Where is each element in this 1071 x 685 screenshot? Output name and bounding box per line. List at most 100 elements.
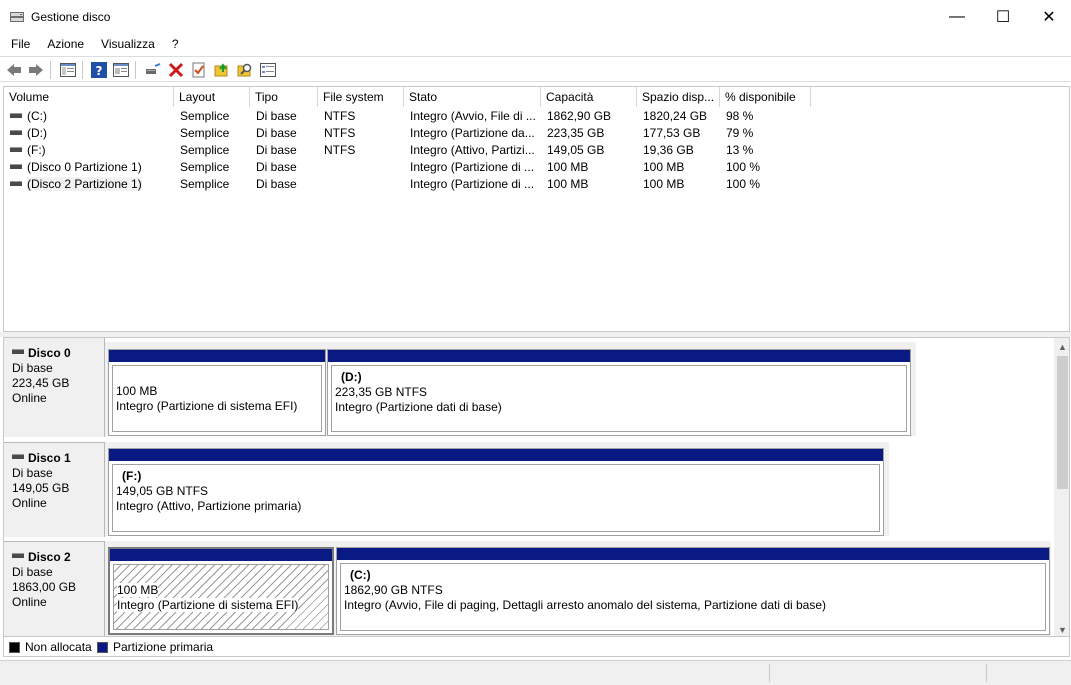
delete-icon[interactable]: [167, 61, 185, 79]
legend-label: Partizione primaria: [113, 640, 214, 654]
disk-name: Disco 0: [28, 346, 71, 360]
spazio-disponibile-cell: 100 MB: [643, 177, 685, 191]
disk-size: 223,45 GB: [12, 376, 70, 390]
disk-status: Online: [12, 595, 47, 609]
connect-disk-icon[interactable]: [144, 61, 162, 79]
volume-name: (Disco 0 Partizione 1): [27, 160, 142, 174]
disk-type: Di base: [12, 466, 53, 480]
svg-text:?: ?: [96, 64, 103, 78]
spazio-disponibile-cell: 19,36 GB: [643, 143, 694, 157]
help-icon[interactable]: ?: [90, 61, 108, 79]
disk-type: Di base: [12, 565, 53, 579]
primary-partition-bar: [328, 350, 910, 362]
toolbar-separator: [82, 61, 83, 79]
percent-disponibile-cell: 98 %: [726, 109, 754, 123]
primary-partition-swatch: [97, 641, 108, 653]
file-system-cell: NTFS: [324, 126, 356, 140]
volume-name: (F:): [27, 143, 46, 157]
spazio-disponibile-cell: 177,53 GB: [643, 126, 701, 140]
partition-label: (F:): [122, 469, 142, 483]
file-system-cell: NTFS: [324, 109, 356, 123]
volume-icon: [10, 147, 22, 153]
table-row[interactable]: (Disco 2 Partizione 1) Semplice Di base …: [4, 175, 1069, 192]
volume-name: (D:): [27, 126, 47, 140]
disk-graphical-view[interactable]: Disco 0 Di base 223,45 GB Online 100 MB …: [3, 337, 1070, 637]
partition-efi-selected[interactable]: 100 MB Integro (Partizione di sistema EF…: [108, 547, 334, 635]
legend: Non allocata Partizione primaria: [3, 637, 1070, 657]
tipo-cell: Di base: [256, 109, 297, 123]
column-header-layout[interactable]: Layout: [174, 87, 250, 107]
maximize-button[interactable]: ☐: [980, 0, 1026, 34]
capacita-cell: 149,05 GB: [547, 143, 605, 157]
spazio-disponibile-cell: 1820,24 GB: [643, 109, 708, 123]
close-button[interactable]: ✕: [1026, 0, 1071, 34]
forward-icon[interactable]: [27, 61, 45, 79]
primary-partition-bar: [337, 548, 1049, 560]
disk-icon: [12, 454, 24, 460]
status-bar-separator: [986, 664, 987, 682]
partition-state: Integro (Partizione di sistema EFI): [116, 399, 298, 413]
volume-icon: [10, 113, 22, 119]
column-header-spazio-disponibile[interactable]: Spazio disp...: [637, 87, 720, 107]
column-header-tipo[interactable]: Tipo: [250, 87, 318, 107]
explore-icon[interactable]: [236, 61, 254, 79]
check-icon[interactable]: [190, 61, 208, 79]
disk-1-label[interactable]: Disco 1 Di base 149,05 GB Online: [4, 442, 105, 537]
menu-azione[interactable]: Azione: [47, 34, 84, 54]
vertical-scrollbar[interactable]: ▲ ▼: [1054, 338, 1069, 636]
menu-file[interactable]: File: [11, 34, 30, 54]
layout-cell: Semplice: [180, 126, 230, 140]
percent-disponibile-cell: 100 %: [726, 177, 761, 191]
menu-help[interactable]: ?: [172, 34, 179, 54]
partition-size: 149,05 GB NTFS: [116, 484, 209, 498]
column-header-volume[interactable]: Volume: [4, 87, 174, 107]
capacita-cell: 100 MB: [547, 177, 589, 191]
partition-size: 100 MB: [116, 384, 158, 398]
file-system-cell: NTFS: [324, 143, 356, 157]
capacita-cell: 1862,90 GB: [547, 109, 612, 123]
table-row[interactable]: (F:) Semplice Di base NTFS Integro (Atti…: [4, 141, 1069, 158]
column-header-stato[interactable]: Stato: [404, 87, 541, 107]
unallocated-swatch: [9, 641, 20, 653]
partition-c[interactable]: (C:) 1862,90 GB NTFS Integro (Avvio, Fil…: [336, 547, 1050, 635]
column-header-capacita[interactable]: Capacità: [541, 87, 637, 107]
column-header-percent-disponibile[interactable]: % disponibile: [720, 87, 811, 107]
partition-efi[interactable]: 100 MB Integro (Partizione di sistema EF…: [108, 349, 326, 436]
window-title: Gestione disco: [31, 10, 111, 24]
table-row[interactable]: (C:) Semplice Di base NTFS Integro (Avvi…: [4, 107, 1069, 124]
primary-partition-bar: [110, 549, 332, 561]
legend-item-unallocated: Non allocata: [9, 640, 92, 654]
open-folder-icon[interactable]: [213, 61, 231, 79]
title-bar: Gestione disco — ☐ ✕: [0, 0, 1071, 34]
partition-label: (D:): [341, 370, 362, 384]
volume-list[interactable]: Volume Layout Tipo File system Stato Cap…: [3, 86, 1070, 332]
primary-partition-bar: [109, 449, 883, 461]
disk-0-label[interactable]: Disco 0 Di base 223,45 GB Online: [4, 338, 105, 437]
scroll-up-arrow-icon[interactable]: ▲: [1054, 338, 1069, 355]
partition-state: Integro (Avvio, File di paging, Dettagli…: [344, 598, 827, 612]
disk-size: 1863,00 GB: [12, 580, 77, 594]
stato-cell: Integro (Partizione da...: [410, 126, 535, 140]
disk-icon: [12, 349, 24, 355]
minimize-button[interactable]: —: [934, 0, 980, 34]
column-header-file-system[interactable]: File system: [318, 87, 404, 107]
disk-2-label[interactable]: Disco 2 Di base 1863,00 GB Online: [4, 541, 105, 636]
primary-partition-bar: [109, 350, 325, 362]
partition-f[interactable]: (F:) 149,05 GB NTFS Integro (Attivo, Par…: [108, 448, 884, 536]
table-row[interactable]: (Disco 0 Partizione 1) Semplice Di base …: [4, 158, 1069, 175]
layout-cell: Semplice: [180, 109, 230, 123]
scrollbar-thumb[interactable]: [1057, 356, 1068, 489]
capacita-cell: 223,35 GB: [547, 126, 605, 140]
console-tree-icon[interactable]: [59, 61, 77, 79]
disk-type: Di base: [12, 361, 53, 375]
partition-d[interactable]: (D:) 223,35 GB NTFS Integro (Partizione …: [327, 349, 911, 436]
settings-list-icon[interactable]: [259, 61, 277, 79]
toolbar-separator: [50, 61, 51, 79]
spazio-disponibile-cell: 100 MB: [643, 160, 685, 174]
back-icon[interactable]: [5, 61, 23, 79]
disk-status: Online: [12, 391, 47, 405]
properties-view-icon[interactable]: [112, 61, 130, 79]
menu-visualizza[interactable]: Visualizza: [101, 34, 155, 54]
table-row[interactable]: (D:) Semplice Di base NTFS Integro (Part…: [4, 124, 1069, 141]
scroll-down-arrow-icon[interactable]: ▼: [1054, 621, 1069, 636]
